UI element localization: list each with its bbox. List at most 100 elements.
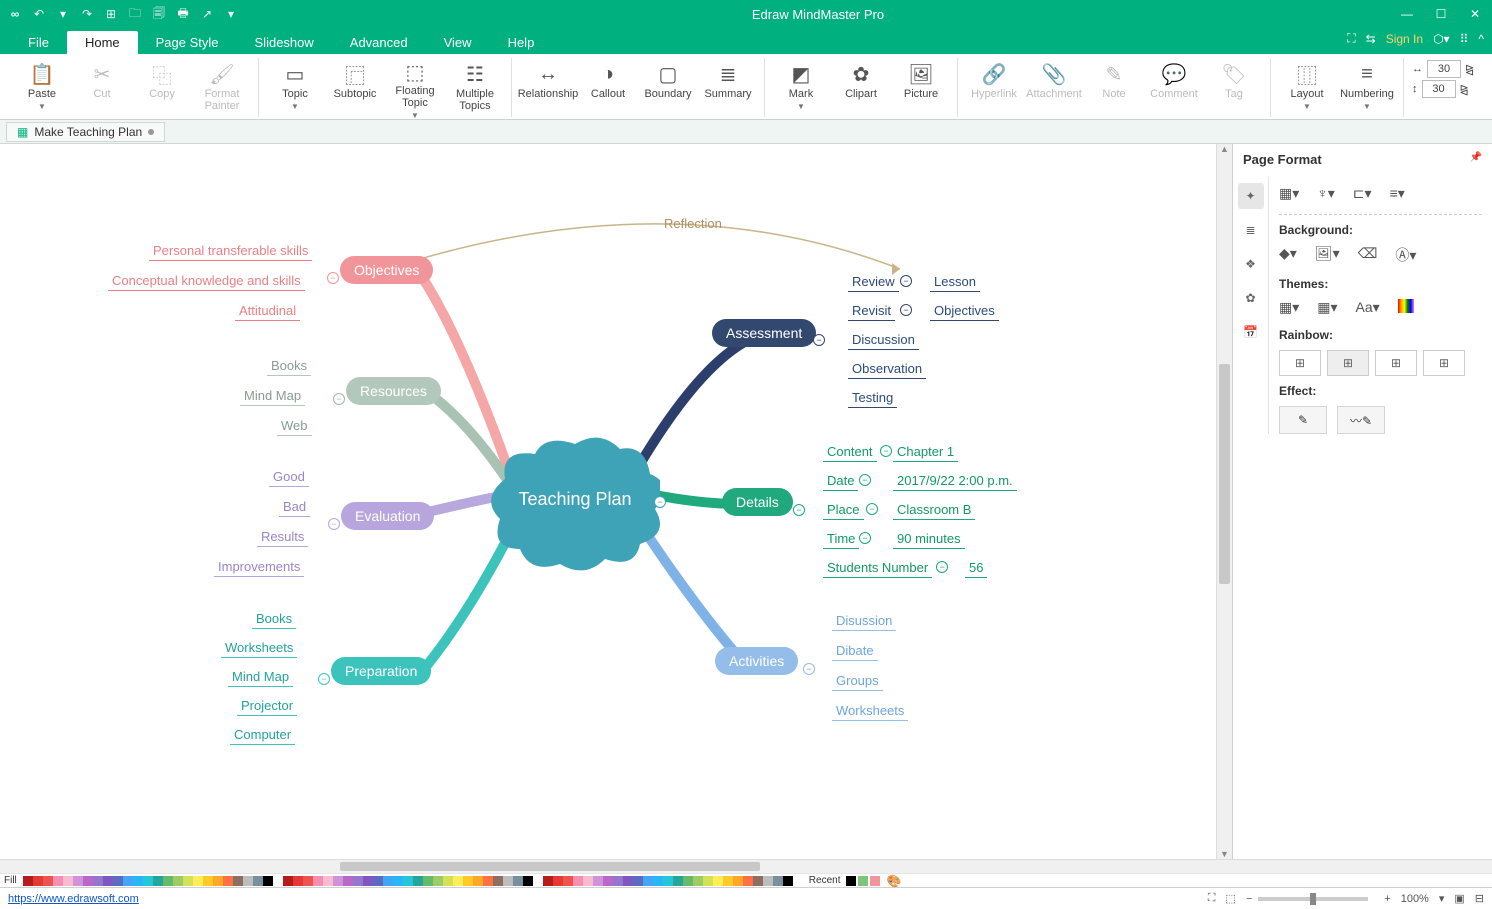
- leaf[interactable]: Projector: [237, 696, 297, 716]
- color-swatch[interactable]: [183, 876, 193, 886]
- color-swatch[interactable]: [273, 876, 283, 886]
- color-swatch[interactable]: [413, 876, 423, 886]
- node-activities[interactable]: Activities: [715, 647, 798, 675]
- ribbon-floating-topic-button[interactable]: ⬚Floating Topic▼: [387, 58, 443, 117]
- color-swatch[interactable]: [153, 876, 163, 886]
- bg-image-icon[interactable]: 🖼▾: [1315, 245, 1340, 265]
- ribbon-multiple-topics-button[interactable]: ☷Multiple Topics: [447, 58, 503, 117]
- color-swatch[interactable]: [563, 876, 573, 886]
- leaf[interactable]: Classroom B: [893, 500, 975, 520]
- color-swatch[interactable]: [633, 876, 643, 886]
- recent-swatch[interactable]: [858, 876, 868, 886]
- color-swatch[interactable]: [443, 876, 453, 886]
- bg-fill-icon[interactable]: ◆▾: [1279, 245, 1297, 265]
- color-swatch[interactable]: [193, 876, 203, 886]
- export-icon[interactable]: ↗: [198, 7, 216, 21]
- effect-hand-drawn[interactable]: ✎: [1279, 406, 1327, 434]
- color-swatch[interactable]: [623, 876, 633, 886]
- expand-dot-icon[interactable]: −: [654, 496, 666, 508]
- height-stepper[interactable]: 30: [1422, 80, 1456, 98]
- color-swatch[interactable]: [353, 876, 363, 886]
- ribbon-cut-button[interactable]: ✂Cut: [74, 58, 130, 117]
- leaf[interactable]: Date: [823, 471, 858, 491]
- color-swatch[interactable]: [583, 876, 593, 886]
- leaf[interactable]: Worksheets: [221, 638, 297, 658]
- node-resources[interactable]: Resources: [346, 377, 441, 405]
- leaf[interactable]: Results: [257, 527, 308, 547]
- leaf[interactable]: Place: [823, 500, 864, 520]
- leaf[interactable]: Objectives: [930, 301, 999, 321]
- color-swatch[interactable]: [713, 876, 723, 886]
- leaf[interactable]: Computer: [230, 725, 295, 745]
- leaf[interactable]: Discussion: [848, 330, 919, 350]
- color-swatch[interactable]: [323, 876, 333, 886]
- leaf[interactable]: Good: [269, 467, 309, 487]
- theme-font-icon[interactable]: Aa▾: [1356, 299, 1380, 316]
- save-icon[interactable]: 🗐: [150, 4, 168, 25]
- color-swatch[interactable]: [43, 876, 53, 886]
- ribbon-picture-button[interactable]: 🖼Picture: [893, 58, 949, 117]
- color-swatch[interactable]: [393, 876, 403, 886]
- layout-type-icon[interactable]: ▦▾: [1279, 185, 1299, 202]
- color-swatch[interactable]: [543, 876, 553, 886]
- color-swatch[interactable]: [343, 876, 353, 886]
- scroll-thumb[interactable]: [1219, 364, 1230, 584]
- color-swatch[interactable]: [753, 876, 763, 886]
- expand-dot-icon[interactable]: −: [333, 393, 345, 405]
- panel-tab-history-icon[interactable]: 📅: [1238, 319, 1264, 345]
- horizontal-scrollbar[interactable]: [0, 859, 1492, 873]
- qat-more-icon[interactable]: ▾: [222, 7, 240, 21]
- fullscreen-icon[interactable]: ⛶: [1347, 31, 1355, 46]
- expand-dot-icon[interactable]: −: [880, 445, 892, 457]
- leaf[interactable]: 2017/9/22 2:00 p.m.: [893, 471, 1017, 491]
- tab-advanced[interactable]: Advanced: [332, 31, 426, 54]
- color-swatch[interactable]: [703, 876, 713, 886]
- leaf[interactable]: Revisit: [848, 301, 895, 321]
- color-swatch[interactable]: [683, 876, 693, 886]
- color-swatch[interactable]: [123, 876, 133, 886]
- leaf[interactable]: 90 minutes: [893, 529, 965, 549]
- leaf[interactable]: Bad: [279, 497, 310, 517]
- ribbon-summary-button[interactable]: ≣Summary: [700, 58, 756, 117]
- leaf[interactable]: Books: [267, 356, 311, 376]
- color-swatch[interactable]: [283, 876, 293, 886]
- hscroll-thumb[interactable]: [340, 862, 760, 871]
- color-swatch[interactable]: [173, 876, 183, 886]
- color-swatch[interactable]: [433, 876, 443, 886]
- new-icon[interactable]: ⊞: [102, 7, 120, 21]
- leaf[interactable]: Review: [848, 272, 899, 292]
- ribbon-numbering-button[interactable]: ≡Numbering▼: [1339, 58, 1395, 117]
- scroll-down-icon[interactable]: ▼: [1217, 849, 1232, 859]
- expand-dot-icon[interactable]: −: [813, 334, 825, 346]
- color-swatch[interactable]: [303, 876, 313, 886]
- color-swatch[interactable]: [643, 876, 653, 886]
- recent-swatch[interactable]: [870, 876, 880, 886]
- canvas-area[interactable]: Reflection Teaching Plan − Objectives − …: [0, 144, 1216, 859]
- maximize-button[interactable]: ☐: [1430, 7, 1452, 21]
- color-swatch[interactable]: [493, 876, 503, 886]
- ribbon-copy-button[interactable]: ⿻Copy: [134, 58, 190, 117]
- color-swatch[interactable]: [763, 876, 773, 886]
- tab-page-style[interactable]: Page Style: [138, 31, 237, 54]
- color-swatch[interactable]: [163, 876, 173, 886]
- leaf[interactable]: Dibate: [832, 641, 878, 661]
- color-swatch[interactable]: [453, 876, 463, 886]
- ribbon-mark-button[interactable]: ◩Mark▼: [773, 58, 829, 117]
- color-swatch[interactable]: [423, 876, 433, 886]
- watermark-icon[interactable]: Ⓐ▾: [1395, 245, 1416, 265]
- color-swatch[interactable]: [83, 876, 93, 886]
- leaf[interactable]: Chapter 1: [893, 442, 958, 462]
- panel-tab-iconset-icon[interactable]: ❖: [1238, 251, 1264, 277]
- undo-icon[interactable]: ↶: [30, 7, 48, 21]
- pin-icon[interactable]: 📌: [1470, 152, 1482, 167]
- leaf[interactable]: Worksheets: [832, 701, 908, 721]
- color-swatch[interactable]: [603, 876, 613, 886]
- expand-dot-icon[interactable]: −: [900, 304, 912, 316]
- color-swatch[interactable]: [513, 876, 523, 886]
- document-tab[interactable]: ▦ Make Teaching Plan: [6, 122, 165, 142]
- color-swatch[interactable]: [113, 876, 123, 886]
- ribbon-boundary-button[interactable]: ▢Boundary: [640, 58, 696, 117]
- effect-sketch[interactable]: 〰✎: [1337, 406, 1385, 434]
- vertical-scrollbar[interactable]: ▲ ▼: [1216, 144, 1232, 859]
- tab-help[interactable]: Help: [490, 31, 553, 54]
